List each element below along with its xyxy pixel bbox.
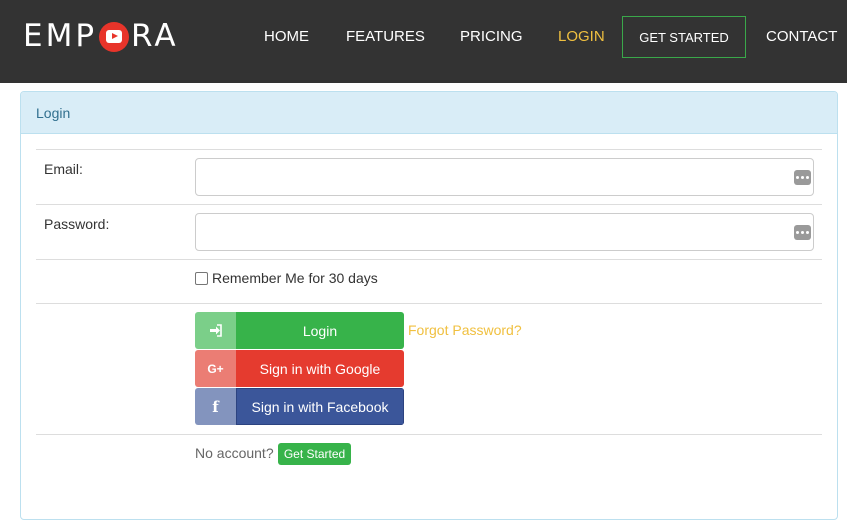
nav-features-link[interactable]: FEATURES — [346, 28, 425, 46]
divider — [36, 149, 822, 150]
login-button-label: Login — [236, 312, 404, 349]
password-label: Password: — [44, 216, 110, 232]
more-dots-icon[interactable] — [794, 170, 811, 185]
login-panel: Login — [20, 91, 838, 520]
logo-text-left: EMP — [23, 18, 98, 54]
forgot-password-link[interactable]: Forgot Password? — [408, 322, 522, 338]
top-navbar: EMP RA HOME FEATURES PRICING LOGIN GET S… — [0, 0, 847, 83]
google-signin-button[interactable]: G+ Sign in with Google — [195, 350, 404, 387]
divider — [36, 434, 822, 435]
email-field[interactable] — [195, 158, 814, 196]
sign-in-icon — [195, 312, 236, 349]
google-signin-label: Sign in with Google — [236, 350, 404, 387]
get-started-button[interactable]: Get Started — [278, 443, 351, 465]
logo-play-icon — [99, 22, 130, 52]
remember-me-label: Remember Me for 30 days — [212, 270, 378, 286]
logo-text-right: RA — [131, 18, 179, 54]
google-plus-icon: G+ — [195, 350, 236, 387]
remember-me-option[interactable]: Remember Me for 30 days — [195, 270, 378, 286]
facebook-icon: f — [195, 388, 236, 425]
panel-title: Login — [21, 92, 837, 134]
divider — [36, 303, 822, 304]
more-dots-icon[interactable] — [794, 225, 811, 240]
email-label: Email: — [44, 161, 83, 177]
nav-get-started-button[interactable]: GET STARTED — [622, 16, 746, 58]
password-field[interactable] — [195, 213, 814, 251]
remember-me-checkbox[interactable] — [195, 271, 208, 285]
divider — [36, 204, 822, 205]
nav-contact-link[interactable]: CONTACT — [766, 28, 837, 46]
divider — [36, 259, 822, 260]
nav-home-link[interactable]: HOME — [264, 28, 309, 46]
login-button[interactable]: Login — [195, 312, 404, 349]
facebook-signin-label: Sign in with Facebook — [236, 388, 404, 425]
no-account-text: No account? — [195, 445, 274, 461]
facebook-signin-button[interactable]: f Sign in with Facebook — [195, 388, 404, 425]
emporia-logo[interactable]: EMP RA — [23, 18, 179, 54]
nav-pricing-link[interactable]: PRICING — [460, 28, 523, 46]
nav-login-link[interactable]: LOGIN — [558, 28, 605, 46]
